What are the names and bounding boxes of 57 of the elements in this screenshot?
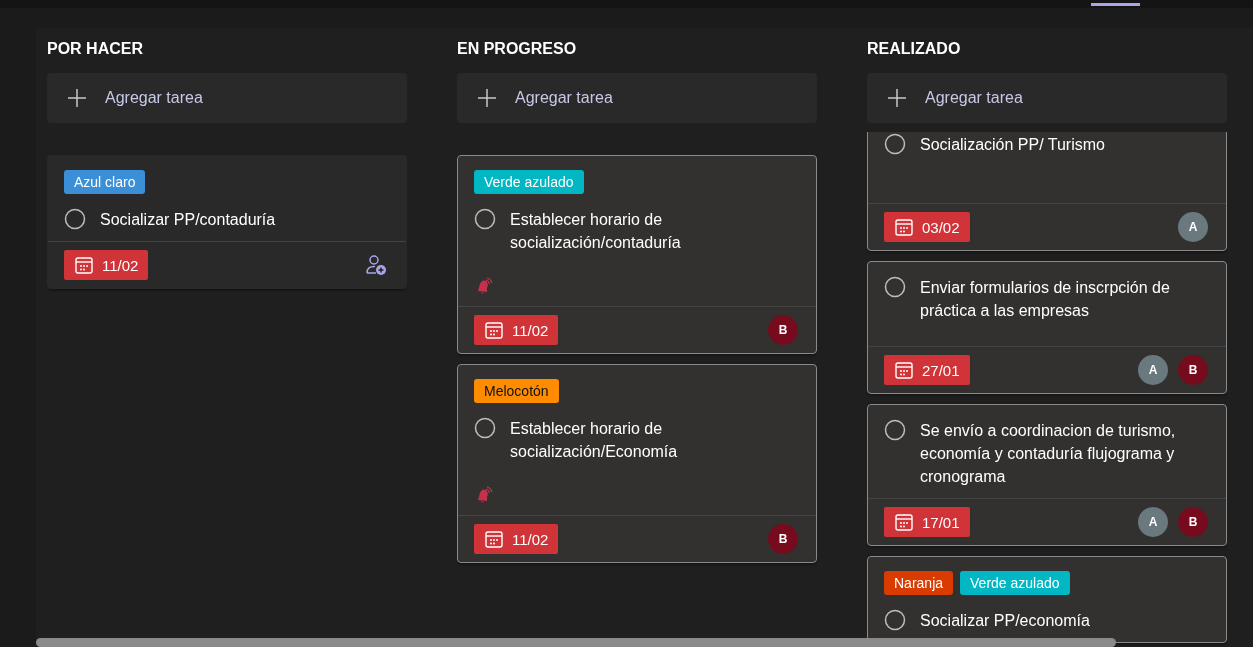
plus-icon — [887, 88, 907, 108]
calendar-icon — [484, 320, 504, 340]
plus-icon — [477, 88, 497, 108]
task-title: Enviar formularios de inscrpción de práctica a las empresas — [920, 278, 1171, 321]
checkbox-circle[interactable] — [474, 417, 496, 439]
label-tag: Naranja — [884, 571, 954, 595]
checkbox-circle[interactable] — [474, 208, 496, 230]
due-date[interactable]: 11/02 — [474, 315, 559, 345]
plus-icon — [67, 88, 87, 108]
task-title: Socializar PP/economía — [920, 611, 1091, 631]
due-date[interactable]: 11/02 — [474, 524, 559, 554]
add-task-button[interactable]: Agregar tarea — [457, 73, 817, 123]
avatar[interactable]: A — [1178, 212, 1208, 242]
calendar-icon — [74, 255, 94, 275]
column-title: POR HACER — [47, 39, 144, 59]
add-task-button[interactable]: Agregar tarea — [867, 73, 1227, 123]
task-title: Socializar PP/contaduría — [100, 210, 277, 230]
checkbox-circle[interactable] — [884, 419, 906, 441]
column-title: EN PROGRESO — [457, 39, 578, 59]
checkbox-circle[interactable] — [884, 609, 906, 631]
task-card[interactable]: Enviar formularios de inscrpción de práctica a las empresas 27/01 A B — [867, 261, 1227, 394]
task-card[interactable]: Verde azulado Establecer horario de socialización/contaduría 11/02 B — [457, 155, 817, 354]
task-card[interactable]: Se envío a coordinacion de turismo, economía y contaduría flujograma y cronograma 17/01 A B — [867, 404, 1227, 546]
add-person-icon[interactable] — [364, 253, 388, 277]
calendar-icon — [894, 360, 914, 380]
task-card[interactable]: Azul claro Socializar PP/contaduría 11/02 — [47, 155, 407, 289]
label-tag: Azul claro — [64, 170, 146, 194]
avatar[interactable]: A — [1138, 507, 1168, 537]
checkbox-circle[interactable] — [884, 133, 906, 155]
avatar[interactable]: B — [1178, 355, 1208, 385]
avatar[interactable]: A — [1138, 355, 1168, 385]
task-title: Se envío a coordinacion de turismo, economía y contaduría flujograma y cronograma — [920, 421, 1177, 487]
task-title: Establecer horario de socialización/Economía — [510, 419, 679, 462]
due-date[interactable]: 17/01 — [884, 507, 970, 537]
calendar-icon — [894, 512, 914, 532]
calendar-icon — [484, 529, 504, 549]
avatar[interactable]: B — [768, 524, 798, 554]
avatar[interactable]: B — [768, 315, 798, 345]
checkbox-circle[interactable] — [64, 208, 86, 230]
task-card[interactable]: Melocotón Establecer horario de socialización/Economía 11/02 B — [457, 364, 817, 563]
task-title: Socialización PP/ Turismo — [920, 135, 1106, 155]
task-card[interactable]: Naranja Verde azulado Socializar PP/economía — [867, 556, 1227, 643]
label-tag: Melocotón — [474, 379, 559, 403]
due-date[interactable]: 27/01 — [884, 355, 970, 385]
label-tag: Verde azulado — [960, 571, 1070, 595]
due-date[interactable]: 11/02 — [64, 250, 149, 280]
tab-indicator — [1091, 3, 1140, 6]
label-tag: Verde azulado — [474, 170, 584, 194]
calendar-icon — [894, 217, 914, 237]
avatar[interactable]: B — [1178, 507, 1208, 537]
task-title: Establecer horario de socialización/contaduría — [510, 210, 682, 253]
task-card[interactable]: Socialización PP/ Turismo 03/02 A — [867, 132, 1227, 251]
column-title: REALIZADO — [867, 39, 962, 59]
add-task-button[interactable]: Agregar tarea — [47, 73, 407, 123]
scrollbar[interactable] — [36, 638, 1116, 647]
due-date[interactable]: 03/02 — [884, 212, 970, 242]
checkbox-circle[interactable] — [884, 276, 906, 298]
